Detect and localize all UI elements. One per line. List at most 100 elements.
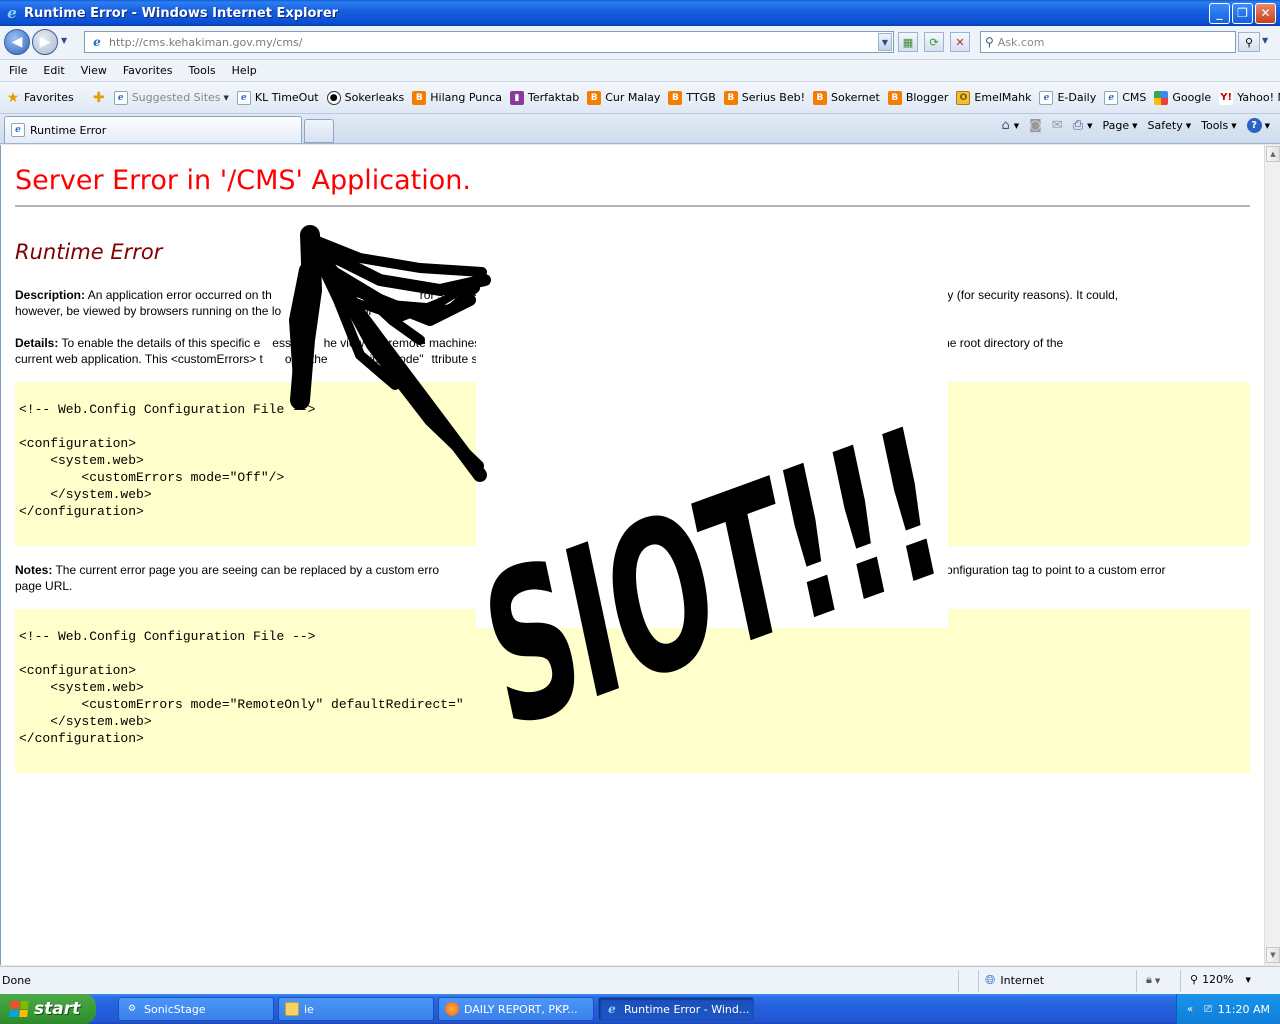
task-sonicstage[interactable]: ⚙ SonicStage <box>118 997 274 1021</box>
menu-edit[interactable]: Edit <box>34 64 71 77</box>
print-button[interactable]: ⎙ ▼ <box>1073 118 1093 133</box>
tab-label: Runtime Error <box>30 123 107 137</box>
read-mail-button[interactable]: ✉ <box>1052 118 1063 133</box>
favorites-button[interactable]: ★ Favorites <box>6 90 74 106</box>
page-content: Server Error in '/CMS' Application. Runt… <box>0 145 1264 965</box>
search-icon: ⚲ <box>1244 35 1254 49</box>
address-dropdown-button[interactable]: ▼ <box>878 33 892 51</box>
protected-mode-button[interactable]: 🔒︎ ▼ <box>1146 973 1160 987</box>
favorite-link-ttgb[interactable]: B TTGB <box>668 90 716 105</box>
status-bar: Done 🌐︎ Internet 🔒︎ ▼ ⚲ 120% ▼ <box>0 966 1280 994</box>
favorite-link-google[interactable]: Google <box>1154 90 1211 105</box>
menu-favorites[interactable]: Favorites <box>114 64 180 77</box>
security-zone[interactable]: 🌐︎ Internet <box>985 973 1044 988</box>
start-button[interactable]: start <box>0 994 96 1024</box>
menu-view[interactable]: View <box>72 64 114 77</box>
add-favorite-icon: ✚ <box>92 89 105 106</box>
favorite-link-label: E-Daily <box>1057 91 1097 104</box>
home-button[interactable]: ⌂ ▼ <box>1002 118 1020 133</box>
details-text-1: To enable the details of this specific e <box>58 336 261 350</box>
compatibility-view-button[interactable]: ▦ <box>898 32 918 52</box>
favorite-link-terfaktab[interactable]: ▮ Terfaktab <box>510 90 579 105</box>
forward-button[interactable]: ▶ <box>32 29 58 55</box>
favorite-link-serius-beb[interactable]: B Serius Beb! <box>723 90 805 105</box>
favorite-link-cur-malay[interactable]: B Cur Malay <box>587 90 661 105</box>
vertical-scrollbar[interactable]: ▲ ▼ <box>1264 145 1280 965</box>
expand-tray-icon[interactable]: « <box>1183 1002 1197 1016</box>
network-icon[interactable]: ⎚ <box>1201 1002 1215 1016</box>
search-button[interactable]: ⚲ <box>1238 32 1260 52</box>
favorite-link-label: KL TimeOut <box>254 91 319 104</box>
mail-icon: ✉ <box>1051 118 1063 133</box>
description-label: Description: <box>15 288 86 302</box>
new-tab-button[interactable] <box>304 119 334 143</box>
address-bar[interactable]: e http://cms.kehakiman.gov.my/cms/ ▼ <box>84 31 894 53</box>
stop-button[interactable]: ✕ <box>950 32 970 52</box>
help-button[interactable]: ? ▼ <box>1246 118 1270 133</box>
suggested-sites-button[interactable]: e Suggested Sites ▼ <box>113 90 229 105</box>
forward-arrow-icon: ▶ <box>39 34 51 50</box>
back-arrow-icon: ◀ <box>11 34 23 50</box>
description-text-2: ror settings for this application preven… <box>419 288 1119 302</box>
task-daily-report[interactable]: DAILY REPORT, PKP... <box>438 997 594 1021</box>
chevron-down-icon: ▼ <box>1087 121 1093 130</box>
lock-icon: 🔒︎ <box>1146 973 1152 986</box>
details-paragraph: Details: To enable the details of this s… <box>15 335 1243 367</box>
safety-menu-label: Safety <box>1147 119 1183 132</box>
notes-paragraph: Notes: The current error page you are se… <box>15 562 1243 594</box>
favorite-link-sokernet[interactable]: B Sokernet <box>812 90 880 105</box>
task-ie-folder[interactable]: ie <box>278 997 434 1021</box>
refresh-button[interactable]: ⟳ <box>924 32 944 52</box>
favorite-link-yahoo-mail[interactable]: Y!Yahoo! Mail <box>1219 90 1280 105</box>
favorite-link-kl-timeout[interactable]: e KL TimeOut <box>236 90 319 105</box>
ie-icon: e <box>608 1002 616 1016</box>
tab-runtime-error[interactable]: e Runtime Error <box>4 116 302 143</box>
yahoo-icon: Y! <box>1219 90 1234 105</box>
favorite-link-label: Cur Malay <box>605 91 661 104</box>
search-input[interactable]: ⚲ Ask.com <box>980 31 1236 53</box>
feeds-button[interactable]: ◙ <box>1029 118 1042 133</box>
description-text: An application error occurred on th <box>85 288 272 302</box>
window-title: Runtime Error - Windows Internet Explore… <box>24 5 339 21</box>
zoom-control[interactable]: ⚲ 120% ▼ <box>1190 973 1251 986</box>
back-button[interactable]: ◀ <box>4 29 30 55</box>
recent-pages-dropdown[interactable]: ▼ <box>61 36 67 45</box>
menu-help[interactable]: Help <box>223 64 264 77</box>
zone-label: Internet <box>1000 974 1045 987</box>
restore-button[interactable]: ❐ <box>1232 2 1253 24</box>
add-to-favorites-button[interactable]: ✚ <box>92 89 110 106</box>
close-button[interactable]: ✕ <box>1255 2 1276 24</box>
notes-label: Notes: <box>15 563 53 577</box>
safety-menu-button[interactable]: Safety ▼ <box>1148 119 1192 132</box>
chevron-down-icon: ▼ <box>1013 121 1020 130</box>
favorites-bar: ★ Favorites ✚ e Suggested Sites ▼ e KL Ti… <box>0 82 1280 114</box>
favorite-link-blogger[interactable]: B Blogger <box>887 90 948 105</box>
favorite-link-hilang-punca[interactable]: B Hilang Punca <box>412 90 502 105</box>
scroll-down-arrow-icon[interactable]: ▼ <box>1266 947 1280 963</box>
task-runtime-error[interactable]: e Runtime Error - Wind... <box>598 997 754 1021</box>
google-icon <box>1154 90 1169 105</box>
chevron-down-icon: ▼ <box>1264 121 1270 130</box>
task-label: ie <box>304 1002 314 1016</box>
menu-tools[interactable]: Tools <box>180 64 223 77</box>
tab-row: e Runtime Error ⌂ ▼ ◙ ✉ ⎙ ▼ Page ▼ Safety ▼ … <box>0 114 1280 144</box>
favorite-link-sokerleaks[interactable]: ● Sokerleaks <box>326 90 404 105</box>
favorite-link-e-daily[interactable]: e E-Daily <box>1039 90 1097 105</box>
scroll-up-arrow-icon[interactable]: ▲ <box>1266 146 1280 162</box>
notes-text-1: The current error page you are seeing ca… <box>52 563 440 577</box>
details-line-2a: current web application. This <customErr… <box>15 352 263 366</box>
menu-file[interactable]: File <box>0 64 34 77</box>
search-options-dropdown[interactable]: ▼ <box>1262 36 1268 45</box>
page-menu-button[interactable]: Page ▼ <box>1103 119 1138 132</box>
minimize-button[interactable]: _ <box>1209 2 1230 24</box>
soccer-ball-icon: ● <box>326 90 341 105</box>
notes-text-2: ors> configuration tag to point to a cus… <box>913 563 1166 577</box>
details-text-3: he view <box>323 336 365 350</box>
taskbar: start ⚙ SonicStage ie DAILY REPORT, PKP.… <box>0 994 1280 1024</box>
description-line-2b: achi <box>349 304 372 318</box>
favorite-link-emelmahk[interactable]: O EmelMahk <box>956 90 1031 105</box>
address-url[interactable]: http://cms.kehakiman.gov.my/cms/ <box>109 36 878 49</box>
tools-menu-button[interactable]: Tools ▼ <box>1201 119 1237 132</box>
blogger-icon: B <box>887 90 902 105</box>
favorite-link-cms[interactable]: e CMS <box>1104 90 1146 105</box>
